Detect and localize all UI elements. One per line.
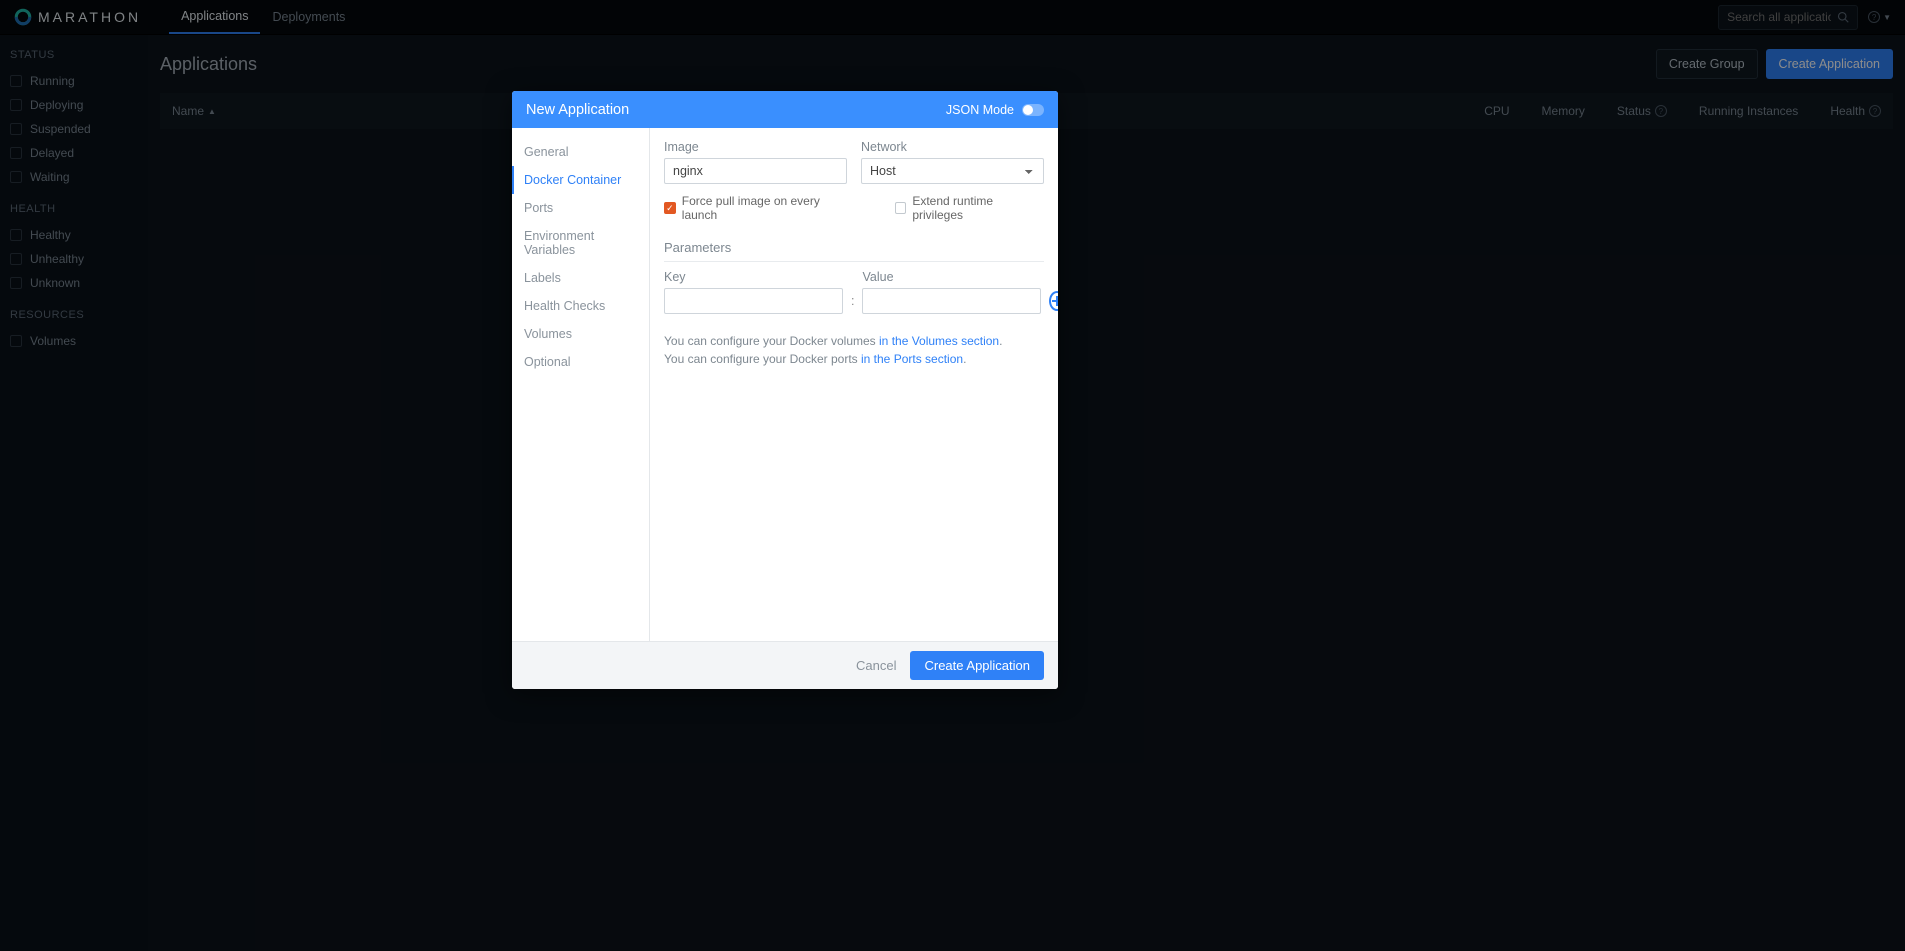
- plus-icon: [1051, 295, 1058, 307]
- network-label: Network: [861, 140, 1044, 154]
- checkbox-icon: [895, 202, 907, 214]
- cancel-button[interactable]: Cancel: [856, 658, 896, 673]
- toggle-icon: [1022, 104, 1044, 116]
- modal-nav-labels[interactable]: Labels: [512, 264, 649, 292]
- modal-title: New Application: [526, 102, 629, 118]
- volumes-section-link[interactable]: in the Volumes section: [879, 334, 999, 348]
- modal-header: New Application JSON Mode: [512, 91, 1058, 128]
- modal-footer: Cancel Create Application: [512, 641, 1058, 689]
- json-mode-toggle[interactable]: JSON Mode: [946, 103, 1044, 117]
- add-parameter-button[interactable]: [1049, 291, 1058, 311]
- create-application-submit-button[interactable]: Create Application: [910, 651, 1044, 680]
- modal-nav: General Docker Container Ports Environme…: [512, 128, 650, 641]
- modal-nav-docker-container[interactable]: Docker Container: [512, 166, 649, 194]
- modal-nav-ports[interactable]: Ports: [512, 194, 649, 222]
- modal-nav-optional[interactable]: Optional: [512, 348, 649, 376]
- parameters-title: Parameters: [664, 240, 1044, 262]
- modal-nav-health-checks[interactable]: Health Checks: [512, 292, 649, 320]
- modal-body: General Docker Container Ports Environme…: [512, 128, 1058, 641]
- modal-nav-general[interactable]: General: [512, 138, 649, 166]
- extend-privileges-checkbox[interactable]: Extend runtime privileges: [895, 194, 1044, 222]
- param-key-label: Key: [664, 270, 843, 284]
- image-label: Image: [664, 140, 847, 154]
- checkbox-checked-icon: [664, 202, 676, 214]
- image-input[interactable]: [664, 158, 847, 184]
- param-key-input[interactable]: [664, 288, 843, 314]
- hint-text: You can configure your Docker volumes in…: [664, 332, 1044, 368]
- modal-nav-env-vars[interactable]: Environment Variables: [512, 222, 649, 264]
- colon-separator: :: [851, 294, 854, 314]
- modal-nav-volumes[interactable]: Volumes: [512, 320, 649, 348]
- network-select[interactable]: Host: [861, 158, 1044, 184]
- param-value-input[interactable]: [862, 288, 1041, 314]
- force-pull-checkbox[interactable]: Force pull image on every launch: [664, 194, 855, 222]
- param-value-label: Value: [862, 270, 1041, 284]
- ports-section-link[interactable]: in the Ports section: [861, 352, 963, 366]
- modal-form: Image Network Host Force pull image on e…: [650, 128, 1058, 641]
- new-application-modal: New Application JSON Mode General Docker…: [512, 91, 1058, 689]
